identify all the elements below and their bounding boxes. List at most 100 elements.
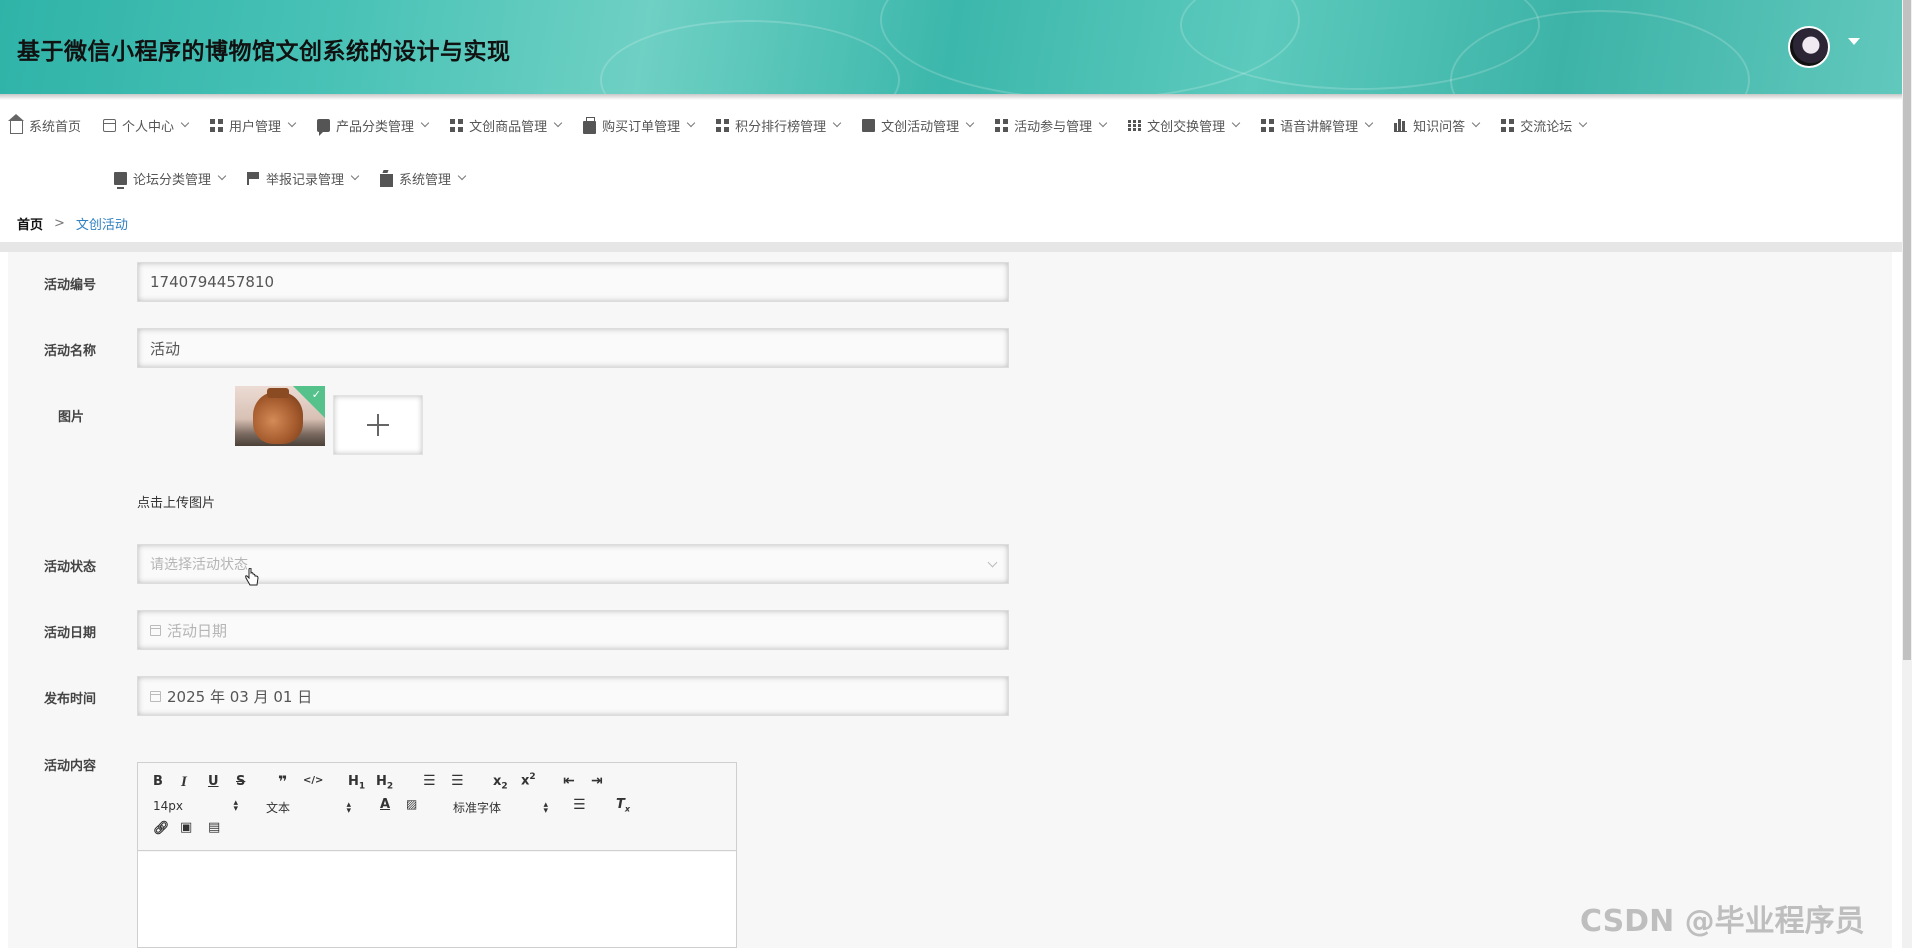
- label-activity-status: 活动状态: [44, 560, 97, 575]
- heading2-button[interactable]: H2: [376, 774, 393, 792]
- comment-icon: [317, 118, 331, 136]
- editor-toolbar: B I U S ❞ </> H1 H2 ☰ ☰ x2 x2 ⇤ ⇥ 14px ▴…: [138, 763, 736, 851]
- font-color-icon[interactable]: A: [380, 797, 390, 812]
- bullet-list-icon[interactable]: ☰: [451, 773, 464, 789]
- underline-button[interactable]: U: [208, 774, 219, 789]
- chevron-down-icon: [832, 118, 842, 128]
- id-card-icon: [103, 118, 117, 132]
- plus-icon: [367, 414, 389, 436]
- italic-button[interactable]: I: [181, 774, 187, 791]
- menu-item-forum-category[interactable]: 论坛分类管理: [114, 169, 227, 189]
- label-activity-id: 活动编号: [44, 278, 97, 293]
- font-family-value: 标准字体: [453, 801, 502, 815]
- activity-name-field[interactable]: 活动: [137, 328, 1009, 368]
- header-style-value: 文本: [266, 801, 291, 815]
- ordered-list-icon[interactable]: ☰: [423, 773, 436, 789]
- grid-icon: [1261, 118, 1275, 132]
- menu-item-cultural-exchange[interactable]: 文创交换管理: [1128, 116, 1241, 135]
- updown-icon: ▴ ▾: [543, 799, 548, 816]
- check-icon: ✓: [311, 388, 321, 401]
- vertical-scrollbar[interactable]: [1902, 0, 1912, 948]
- background-color-icon[interactable]: ▨: [406, 797, 417, 811]
- image-upload-button[interactable]: [333, 395, 423, 455]
- menu-item-label: 交流论坛: [1520, 119, 1573, 135]
- top-menu-row-2: 论坛分类管理 举报记录管理 系统管理: [114, 166, 487, 190]
- subscript-button[interactable]: x2: [493, 774, 508, 792]
- grid-icon: [450, 118, 464, 132]
- label-activity-content: 活动内容: [44, 759, 97, 774]
- watermark: CSDN @毕业程序员: [1580, 904, 1865, 939]
- breadcrumb-current: 文创活动: [75, 218, 128, 233]
- menu-item-purchase-orders[interactable]: 购买订单管理: [583, 116, 696, 135]
- editor-content-area[interactable]: [138, 852, 736, 947]
- clear-format-icon[interactable]: Tx: [616, 797, 630, 814]
- menu-item-audio-guide[interactable]: 语音讲解管理: [1261, 116, 1374, 135]
- scrollbar-thumb[interactable]: [1903, 0, 1911, 660]
- label-activity-name: 活动名称: [44, 344, 97, 359]
- menu-item-home[interactable]: 系统首页: [8, 113, 82, 135]
- activity-name-value: 活动: [150, 339, 181, 358]
- label-publish-time: 发布时间: [44, 692, 97, 707]
- chevron-down-icon: [1578, 118, 1588, 128]
- image-icon[interactable]: ▣: [180, 820, 192, 835]
- chevron-down-icon: [1098, 118, 1108, 128]
- superscript-button[interactable]: x2: [521, 772, 536, 788]
- top-menu-row-1: 系统首页 个人中心 用户管理 产品分类管理 文创商品管理 购买订单管理 积分排行…: [8, 113, 1608, 137]
- chevron-down-icon: [987, 557, 998, 568]
- caret-down-icon[interactable]: [1848, 38, 1860, 45]
- font-size-select[interactable]: 14px ▴ ▾: [153, 799, 238, 814]
- menu-item-label: 文创活动管理: [881, 119, 960, 135]
- chevron-down-icon: [217, 171, 227, 181]
- breadcrumb-home[interactable]: 首页: [17, 214, 43, 233]
- header-style-select[interactable]: 文本 ▴ ▾: [266, 799, 351, 816]
- code-block-button[interactable]: </>: [303, 775, 323, 786]
- chevron-down-icon: [180, 118, 190, 128]
- menu-item-points-ranking[interactable]: 积分排行榜管理: [716, 116, 842, 135]
- outdent-icon[interactable]: ⇤: [563, 773, 575, 789]
- chevron-down-icon: [686, 118, 696, 128]
- blockquote-button[interactable]: ❞: [278, 772, 287, 791]
- menu-item-forum[interactable]: 交流论坛: [1501, 116, 1588, 135]
- publish-time-picker[interactable]: 2025 年 03 月 01 日: [137, 676, 1009, 716]
- menu-item-personal-center[interactable]: 个人中心: [103, 116, 190, 135]
- table-icon: [1128, 118, 1142, 132]
- user-avatar[interactable]: [1788, 26, 1830, 68]
- menu-item-label: 系统首页: [29, 119, 82, 135]
- menu-item-user-management[interactable]: 用户管理: [210, 116, 297, 135]
- menu-item-knowledge-qa[interactable]: 知识问答: [1394, 116, 1481, 135]
- grid-icon: [995, 118, 1009, 132]
- menu-item-system-management[interactable]: 系统管理: [380, 169, 467, 188]
- header-banner: 基于微信小程序的博物馆文创系统的设计与实现: [0, 0, 1902, 94]
- activity-date-picker[interactable]: 活动日期: [137, 610, 1009, 650]
- menu-item-cultural-activities[interactable]: 文创活动管理: [862, 116, 975, 135]
- video-icon[interactable]: ▤: [208, 820, 220, 835]
- menu-item-label: 文创交换管理: [1147, 119, 1226, 135]
- chevron-down-icon: [553, 118, 563, 128]
- activity-status-select[interactable]: 请选择活动状态: [137, 544, 1009, 584]
- chevron-down-icon: [420, 118, 430, 128]
- activity-id-field[interactable]: 1740794457810: [137, 262, 1009, 302]
- font-family-select[interactable]: 标准字体 ▴ ▾: [453, 799, 548, 816]
- breadcrumb: 首页 > 文创活动: [17, 214, 128, 233]
- grid-icon: [210, 118, 224, 132]
- chevron-down-icon: [1471, 118, 1481, 128]
- align-icon[interactable]: ☰: [573, 797, 586, 813]
- heading1-button[interactable]: H1: [348, 774, 365, 792]
- menu-item-activity-participation[interactable]: 活动参与管理: [995, 116, 1108, 135]
- chevron-down-icon: [287, 118, 297, 128]
- link-icon[interactable]: 🔗︎: [153, 821, 170, 836]
- upload-tip: 点击上传图片: [137, 496, 216, 511]
- briefcase-icon: [380, 173, 394, 187]
- chevron-down-icon: [1364, 118, 1374, 128]
- strikethrough-button[interactable]: S: [236, 774, 245, 789]
- menu-item-cultural-goods[interactable]: 文创商品管理: [450, 116, 563, 135]
- menu-item-label: 语音讲解管理: [1280, 119, 1359, 135]
- indent-icon[interactable]: ⇥: [591, 773, 603, 789]
- menu-item-report-records[interactable]: 举报记录管理: [247, 169, 360, 188]
- activity-id-value: 1740794457810: [150, 273, 275, 291]
- uploaded-image-thumbnail[interactable]: ✓: [235, 386, 325, 446]
- publish-time-value: 2025 年 03 月 01 日: [167, 687, 313, 706]
- hand-cursor-icon: [245, 568, 259, 586]
- bold-button[interactable]: B: [153, 774, 163, 789]
- menu-item-product-category[interactable]: 产品分类管理: [317, 116, 430, 136]
